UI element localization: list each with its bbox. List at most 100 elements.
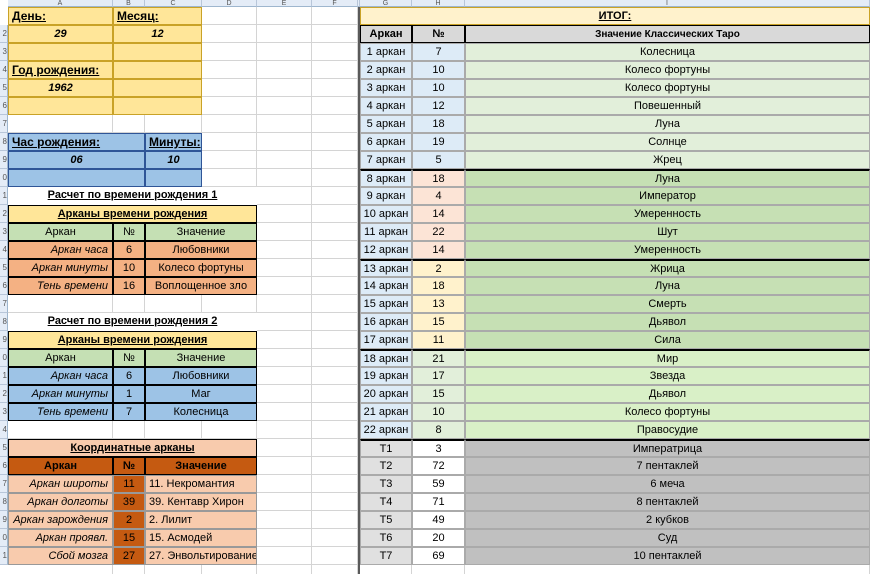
arcana-number[interactable]: 39 — [113, 493, 145, 511]
itog-arcana-meaning[interactable]: Император — [465, 187, 870, 205]
itog-arcana-number[interactable]: 72 — [412, 457, 465, 475]
itog-arcana-meaning[interactable]: Колесо фортуны — [465, 61, 870, 79]
empty-cell[interactable] — [113, 79, 202, 97]
itog-arcana-label[interactable]: 19 аркан — [360, 367, 412, 385]
itog-arcana-meaning[interactable]: 2 кубков — [465, 511, 870, 529]
arcana-label[interactable]: Аркан минуты — [8, 259, 113, 277]
itog-arcana-label[interactable]: 7 аркан — [360, 151, 412, 169]
row-header[interactable]: 2 — [0, 385, 8, 403]
row-header[interactable]: 1 — [0, 547, 8, 565]
row-header[interactable]: 9 — [0, 331, 8, 349]
itog-arcana-label[interactable]: 12 аркан — [360, 241, 412, 259]
column-header[interactable]: G — [360, 0, 412, 7]
month-label[interactable]: Месяц: — [113, 7, 202, 25]
arcana-meaning[interactable]: 15. Асмодей — [145, 529, 257, 547]
column-header[interactable]: E — [257, 0, 312, 7]
itog-arcana-number[interactable]: 10 — [412, 61, 465, 79]
arcana-meaning[interactable]: Колесница — [145, 403, 257, 421]
itog-arcana-label[interactable]: T7 — [360, 547, 412, 565]
itog-arcana-label[interactable]: 15 аркан — [360, 295, 412, 313]
itog-arcana-meaning[interactable]: Суд — [465, 529, 870, 547]
itog-arcana-number[interactable]: 19 — [412, 133, 465, 151]
empty-cell[interactable] — [8, 97, 113, 115]
row-header[interactable]: 4 — [0, 61, 8, 79]
itog-arcana-number[interactable]: 10 — [412, 79, 465, 97]
itog-arcana-label[interactable]: 8 аркан — [360, 169, 412, 187]
row-header[interactable]: 8 — [0, 133, 8, 151]
itog-arcana-meaning[interactable]: Умеренность — [465, 241, 870, 259]
arcana-meaning[interactable]: Воплощенное зло — [145, 277, 257, 295]
itog-arcana-number[interactable]: 15 — [412, 385, 465, 403]
column-header[interactable]: A — [8, 0, 113, 7]
itog-arcana-number[interactable]: 10 — [412, 403, 465, 421]
itog-arcana-number[interactable]: 13 — [412, 295, 465, 313]
itog-arcana-label[interactable]: 16 аркан — [360, 313, 412, 331]
arcana-meaning[interactable]: Колесо фортуны — [145, 259, 257, 277]
table-header[interactable]: № — [113, 349, 145, 367]
coord-title[interactable]: Координатные арканы — [8, 439, 257, 457]
itog-arcana-meaning[interactable]: Дьявол — [465, 313, 870, 331]
column-header[interactable]: B — [113, 0, 145, 7]
itog-arcana-label[interactable]: T2 — [360, 457, 412, 475]
empty-cell[interactable] — [113, 97, 202, 115]
row-header[interactable]: 7 — [0, 115, 8, 133]
itog-arcana-number[interactable]: 17 — [412, 367, 465, 385]
arcana-meaning[interactable]: Любовники — [145, 367, 257, 385]
itog-arcana-number[interactable]: 2 — [412, 259, 465, 277]
minutes-label[interactable]: Минуты: — [145, 133, 202, 151]
itog-arcana-number[interactable]: 18 — [412, 115, 465, 133]
itog-arcana-meaning[interactable]: Колесница — [465, 43, 870, 61]
spreadsheet[interactable]: ABCDEFGHI234567890123456789012345678901Д… — [0, 0, 889, 574]
itog-arcana-label[interactable]: 5 аркан — [360, 115, 412, 133]
itog-arcana-number[interactable]: 14 — [412, 205, 465, 223]
row-header[interactable]: 9 — [0, 511, 8, 529]
row-header[interactable]: 1 — [0, 187, 8, 205]
itog-arcana-meaning[interactable]: 10 пентаклей — [465, 547, 870, 565]
column-header[interactable]: I — [465, 0, 870, 7]
row-header[interactable]: 2 — [0, 25, 8, 43]
itog-arcana-number[interactable]: 8 — [412, 421, 465, 439]
itog-arcana-number[interactable]: 20 — [412, 529, 465, 547]
itog-arcana-label[interactable]: 13 аркан — [360, 259, 412, 277]
itog-arcana-label[interactable]: 22 аркан — [360, 421, 412, 439]
itog-arcana-number[interactable]: 49 — [412, 511, 465, 529]
row-header[interactable]: 6 — [0, 97, 8, 115]
table-header[interactable]: № — [113, 223, 145, 241]
row-header[interactable]: 2 — [0, 205, 8, 223]
row-header[interactable]: 5 — [0, 79, 8, 97]
column-header[interactable]: H — [412, 0, 465, 7]
year-label[interactable]: Год рождения: — [8, 61, 113, 79]
hour-label[interactable]: Час рождения: — [8, 133, 145, 151]
row-header[interactable]: 4 — [0, 241, 8, 259]
itog-arcana-meaning[interactable]: Сила — [465, 331, 870, 349]
section-subtitle[interactable]: Арканы времени рождения — [8, 205, 257, 223]
itog-arcana-label[interactable]: T1 — [360, 439, 412, 457]
itog-arcana-label[interactable]: 10 аркан — [360, 205, 412, 223]
arcana-meaning[interactable]: 27. Энвольтирование — [145, 547, 257, 565]
row-header[interactable]: 8 — [0, 313, 8, 331]
row-header[interactable]: 4 — [0, 421, 8, 439]
arcana-number[interactable]: 6 — [113, 241, 145, 259]
row-header[interactable]: 9 — [0, 151, 8, 169]
row-header[interactable]: 1 — [0, 367, 8, 385]
table-header[interactable]: № — [412, 25, 465, 43]
arcana-number[interactable]: 15 — [113, 529, 145, 547]
itog-arcana-label[interactable]: 18 аркан — [360, 349, 412, 367]
row-header[interactable]: 3 — [0, 43, 8, 61]
itog-arcana-label[interactable]: 3 аркан — [360, 79, 412, 97]
empty-cell[interactable] — [145, 169, 202, 187]
itog-arcana-label[interactable]: T5 — [360, 511, 412, 529]
itog-arcana-label[interactable]: 14 аркан — [360, 277, 412, 295]
itog-arcana-meaning[interactable]: Луна — [465, 277, 870, 295]
itog-arcana-label[interactable]: 6 аркан — [360, 133, 412, 151]
empty-cell[interactable] — [8, 43, 113, 61]
itog-arcana-label[interactable]: T3 — [360, 475, 412, 493]
arcana-meaning[interactable]: 39. Кентавр Хирон — [145, 493, 257, 511]
itog-arcana-meaning[interactable]: 8 пентаклей — [465, 493, 870, 511]
column-header[interactable]: D — [202, 0, 257, 7]
arcana-label[interactable]: Сбой мозга — [8, 547, 113, 565]
itog-arcana-meaning[interactable]: Повешенный — [465, 97, 870, 115]
itog-arcana-number[interactable]: 59 — [412, 475, 465, 493]
arcana-label[interactable]: Аркан часа — [8, 367, 113, 385]
itog-arcana-label[interactable]: 11 аркан — [360, 223, 412, 241]
